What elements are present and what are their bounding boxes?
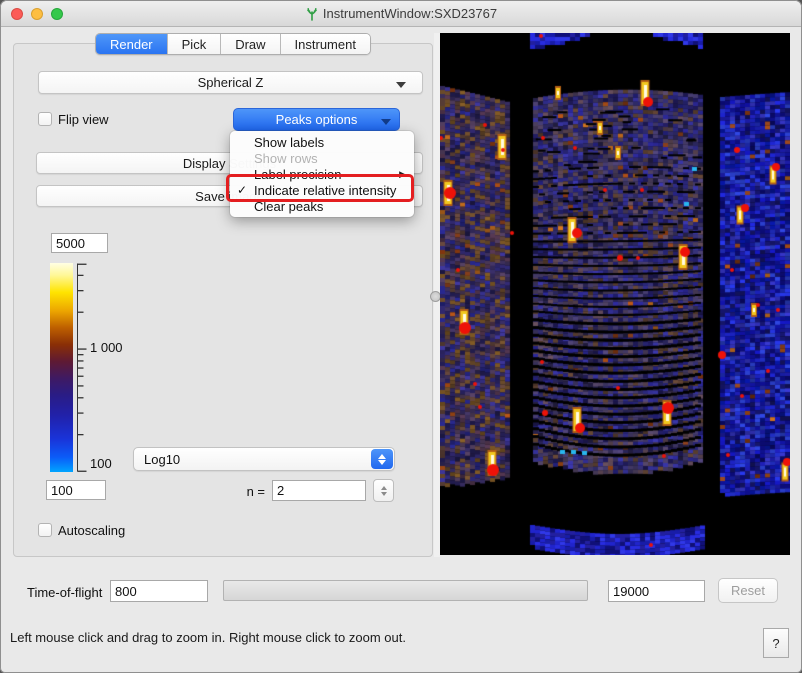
- instrument-render[interactable]: [440, 33, 790, 555]
- chevron-down-icon: [396, 82, 406, 88]
- checkmark-icon: ✓: [230, 183, 254, 197]
- menu-item-indicate-relative-intensity[interactable]: ✓Indicate relative intensity: [230, 182, 414, 198]
- scale-type-select[interactable]: Log10: [133, 447, 395, 471]
- zoom-button[interactable]: [51, 8, 63, 20]
- scale-max-input[interactable]: [51, 233, 108, 253]
- help-label: ?: [772, 636, 779, 651]
- minimize-button[interactable]: [31, 8, 43, 20]
- tab-draw[interactable]: Draw: [221, 34, 280, 54]
- menu-item-label: Show labels: [254, 135, 324, 150]
- colorbar-min-label: 100: [90, 456, 112, 471]
- menu-item-label: Indicate relative intensity: [254, 183, 396, 198]
- reset-button[interactable]: Reset: [718, 578, 778, 603]
- status-hint: Left mouse click and drag to zoom in. Ri…: [10, 630, 406, 645]
- instrument-window: InstrumentWindow:SXD23767 RenderPickDraw…: [0, 0, 802, 673]
- menu-item-label: Clear peaks: [254, 199, 323, 214]
- menu-item-label: Label precision: [254, 167, 341, 182]
- peaks-options-button[interactable]: Peaks options: [233, 108, 400, 131]
- colorbar: [50, 263, 73, 472]
- tof-label: Time-of-flight: [27, 585, 102, 600]
- autoscaling-label: Autoscaling: [58, 523, 125, 538]
- menu-item-label-precision[interactable]: Label precision ▶: [230, 166, 414, 182]
- submenu-arrow-icon: ▶: [399, 169, 406, 180]
- flip-view-checkbox[interactable]: [38, 112, 52, 126]
- title-bar: InstrumentWindow:SXD23767: [1, 1, 801, 27]
- scale-type-value: Log10: [144, 452, 180, 467]
- tof-slider[interactable]: [223, 580, 588, 601]
- flip-view-label: Flip view: [58, 112, 109, 127]
- peaks-menu: Show labelsShow rowsLabel precision ▶ ✓Ind…: [230, 131, 414, 217]
- select-arrows-icon: [371, 449, 393, 469]
- tab-instrument[interactable]: Instrument: [281, 34, 370, 54]
- tab-render[interactable]: Render: [96, 34, 168, 54]
- autoscaling-checkbox[interactable]: [38, 523, 52, 537]
- scale-min-input[interactable]: [46, 480, 106, 500]
- menu-item-show-labels[interactable]: Show labels: [230, 134, 414, 150]
- window-title: InstrumentWindow:SXD23767: [323, 6, 497, 21]
- colorbar-major-label: 1 000: [90, 340, 123, 355]
- n-label: n =: [241, 484, 265, 499]
- tof-max-input[interactable]: [608, 580, 705, 602]
- help-button[interactable]: ?: [763, 628, 789, 658]
- menu-item-show-rows: Show rows: [230, 150, 414, 166]
- tab-pick[interactable]: Pick: [168, 34, 222, 54]
- n-spinner[interactable]: [373, 479, 394, 502]
- projection-select-value: Spherical Z: [198, 75, 264, 90]
- projection-select[interactable]: Spherical Z: [38, 71, 423, 94]
- tab-bar: RenderPickDrawInstrument: [95, 33, 371, 55]
- chevron-down-icon: [381, 119, 391, 125]
- peaks-options-label: Peaks options: [276, 112, 358, 127]
- n-input[interactable]: [272, 480, 366, 501]
- window-controls: [11, 8, 63, 20]
- menu-item-label: Show rows: [254, 151, 318, 166]
- tof-min-input[interactable]: [110, 580, 208, 602]
- colorbar-ticks: [76, 263, 90, 472]
- mantid-icon: [305, 7, 319, 21]
- reset-label: Reset: [731, 583, 765, 598]
- menu-item-clear-peaks[interactable]: Clear peaks: [230, 198, 414, 214]
- close-button[interactable]: [11, 8, 23, 20]
